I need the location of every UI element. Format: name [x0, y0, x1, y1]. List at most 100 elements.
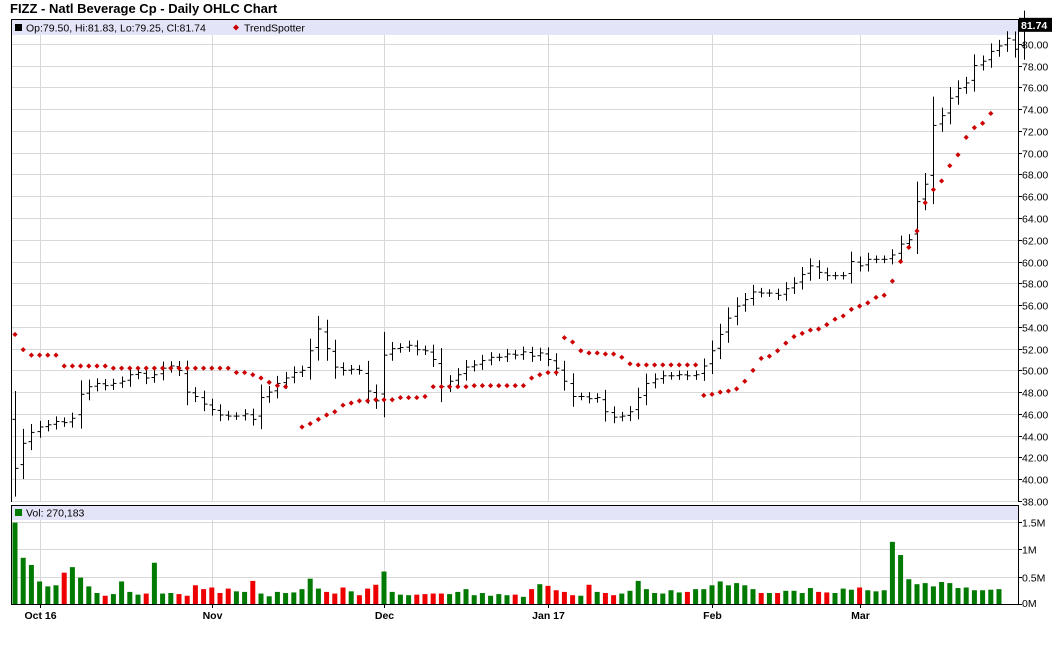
- volume-bar: [381, 571, 387, 604]
- volume-bar: [684, 591, 690, 604]
- volume-bar: [127, 591, 133, 604]
- x-tick-label: Dec: [375, 610, 394, 622]
- volume-bar: [110, 594, 116, 604]
- volume-bar: [143, 593, 149, 604]
- volume-bar: [102, 595, 108, 604]
- price-tick-label: 76.00: [1022, 83, 1048, 95]
- volume-tick-label: 0M: [1022, 598, 1037, 610]
- volume-bar: [53, 585, 59, 604]
- volume-bar: [283, 593, 289, 604]
- volume-bar: [906, 579, 912, 604]
- x-tick-label: Mar: [851, 610, 870, 622]
- volume-plot-frame: [11, 505, 1019, 605]
- price-tick-label: 60.00: [1022, 258, 1048, 270]
- volume-bar: [980, 590, 986, 604]
- price-tick-label: 68.00: [1022, 170, 1048, 182]
- volume-bar: [430, 593, 436, 604]
- x-tick-label: Feb: [703, 610, 722, 622]
- volume-bar: [463, 589, 469, 604]
- volume-bar: [209, 587, 215, 604]
- volume-bar: [389, 591, 395, 604]
- volume-bar: [775, 593, 781, 604]
- volume-bar: [586, 584, 592, 604]
- volume-bar: [725, 585, 731, 604]
- price-tick-label: 64.00: [1022, 214, 1048, 226]
- price-tick-label: 40.00: [1022, 475, 1048, 487]
- volume-bar: [660, 593, 666, 604]
- volume-bar: [69, 567, 75, 604]
- volume-bar: [922, 583, 928, 604]
- volume-bar: [750, 589, 756, 604]
- volume-bar: [119, 581, 125, 604]
- volume-bar: [176, 594, 182, 604]
- volume-bar: [742, 585, 748, 604]
- volume-bar: [930, 586, 936, 604]
- volume-bar: [291, 592, 297, 604]
- volume-bar: [783, 590, 789, 604]
- price-tick-label: 52.00: [1022, 345, 1048, 357]
- volume-bar: [971, 590, 977, 604]
- price-tick-label: 74.00: [1022, 105, 1048, 117]
- volume-bar: [422, 594, 428, 604]
- volume-bar: [217, 593, 223, 604]
- volume-bar: [307, 578, 313, 604]
- volume-legend-text: Vol: 270,183: [26, 508, 85, 520]
- price-tick-label: 66.00: [1022, 192, 1048, 204]
- volume-tick-label: 0.5M: [1022, 573, 1045, 585]
- volume-bar: [611, 595, 617, 604]
- price-tick-label: 80.00: [1022, 40, 1048, 52]
- volume-bar: [807, 588, 813, 604]
- price-tick-label: 48.00: [1022, 388, 1048, 400]
- volume-bar: [135, 594, 141, 604]
- price-panel: Op:79.50, Hi:81.83, Lo:79.25, Cl:81.74 T…: [11, 10, 1052, 509]
- volume-legend-swatch: [15, 509, 22, 516]
- price-plot-frame: [11, 19, 1019, 502]
- volume-bar: [258, 593, 264, 604]
- volume-bar: [397, 594, 403, 604]
- trendspotter-legend-label: TrendSpotter: [244, 23, 305, 35]
- volume-tick-label: 1M: [1022, 545, 1037, 557]
- volume-bar: [570, 595, 576, 604]
- volume-bar: [578, 595, 584, 604]
- volume-bar: [242, 591, 248, 604]
- volume-bar: [758, 593, 764, 604]
- last-price-value: 81.74: [1021, 20, 1047, 32]
- volume-bar: [988, 589, 994, 604]
- ohlc-chart: FIZZ - Natl Beverage Cp - Daily OHLC Cha…: [10, 1, 1052, 622]
- volume-bar: [914, 584, 920, 604]
- volume-bar: [365, 588, 371, 604]
- volume-bar: [250, 580, 256, 604]
- volume-bar: [504, 595, 510, 604]
- volume-bar: [668, 590, 674, 604]
- volume-bar: [414, 594, 420, 604]
- price-tick-label: 44.00: [1022, 432, 1048, 444]
- volume-bar: [160, 593, 166, 604]
- volume-bar: [865, 590, 871, 604]
- volume-bar: [266, 596, 272, 604]
- volume-tick-label: 1.5M: [1022, 518, 1045, 530]
- volume-bar: [791, 590, 797, 604]
- volume-bar: [184, 595, 190, 604]
- volume-bar: [512, 594, 518, 604]
- volume-bar: [447, 594, 453, 604]
- volume-bar: [889, 541, 895, 604]
- volume-bar: [356, 595, 362, 604]
- volume-bar: [315, 588, 321, 604]
- price-tick-label: 46.00: [1022, 410, 1048, 422]
- volume-bar: [520, 596, 526, 604]
- volume-bar: [455, 591, 461, 604]
- volume-bar: [225, 588, 231, 604]
- x-tick-label: Nov: [203, 610, 223, 622]
- volume-bar: [348, 591, 354, 604]
- volume-bar: [274, 591, 280, 604]
- volume-bar: [627, 590, 633, 604]
- volume-bar: [619, 593, 625, 604]
- ohlc-legend-swatch: [15, 24, 22, 31]
- volume-bar: [709, 585, 715, 604]
- volume-bar: [406, 595, 412, 604]
- price-y-axis: 38.00 40.00 42.00 44.00 46.00 48.00 50.00 52.00…: [1018, 40, 1048, 509]
- volume-bar: [94, 593, 100, 604]
- volume-bar: [857, 587, 863, 604]
- volume-bar: [545, 585, 551, 604]
- volume-bar: [873, 591, 879, 604]
